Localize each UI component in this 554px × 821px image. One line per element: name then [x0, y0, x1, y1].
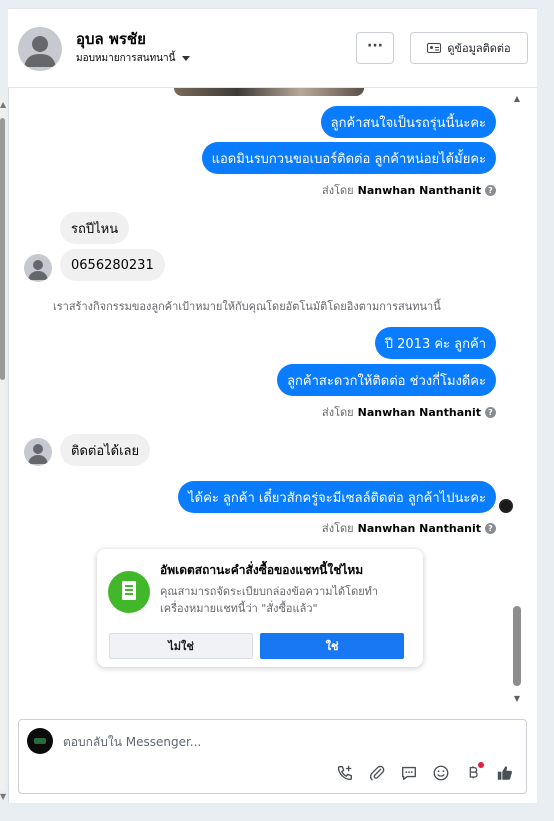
outgoing-message[interactable]: ได้ค่ะ ลูกค้า เดี๋ยวสักครู่จะมีเซลล์ติดต… [178, 481, 496, 513]
order-document-icon [108, 571, 150, 613]
outgoing-message[interactable]: ปี 2013 ค่ะ ลูกค้า [374, 327, 496, 359]
payment-icon[interactable] [462, 762, 484, 784]
emoji-icon[interactable] [430, 762, 452, 784]
conversation-header: อุบล พรชัย มอบหมายการสนทนานี้ ··· ดูข้อม… [8, 8, 537, 88]
sent-by-label: ส่งโดย Nanwhan Nanthanit ? [322, 403, 496, 421]
order-card-description: คุณสามารถจัดระเบียบกล่องข้อความได้โดยทำเ… [160, 585, 379, 615]
help-icon[interactable]: ? [485, 406, 496, 418]
help-icon[interactable]: ? [485, 522, 496, 534]
page-avatar [27, 728, 53, 754]
attachment-icon[interactable] [366, 762, 388, 784]
sent-by-prefix: ส่งโดย [322, 406, 354, 419]
incoming-message[interactable]: 0656280231 [60, 249, 165, 281]
outgoing-message[interactable]: ลูกค้าสนใจเป็นรถรุ่นนี้นะคะ [320, 106, 496, 138]
person-icon [24, 36, 56, 67]
reply-input[interactable] [63, 733, 483, 751]
sent-by-label: ส่งโดย Nanwhan Nanthanit ? [322, 181, 496, 199]
like-icon[interactable] [494, 762, 516, 784]
yes-button[interactable]: ใช่ [260, 633, 404, 659]
sent-by-prefix: ส่งโดย [322, 522, 354, 535]
thread-scrollbar-thumb[interactable] [513, 606, 521, 686]
sender-name: Nanwhan Nanthanit [357, 521, 481, 535]
sender-name: Nanwhan Nanthanit [357, 183, 481, 197]
contact-card-icon [427, 43, 442, 53]
page-scrollbar-thumb[interactable] [0, 118, 5, 380]
person-icon [28, 444, 48, 464]
incoming-message[interactable]: ติดต่อได้เลย [60, 434, 151, 466]
order-status-card: อัพเดตสถานะคำสั่งซื้อของแชทนี้ใช่ไหม คุณ… [97, 549, 423, 667]
system-note: เราสร้างกิจกรรมของลูกค้าเป้าหมายให้กับคุ… [53, 300, 441, 313]
thread-scrollbar[interactable]: ▲ ▼ [512, 94, 522, 704]
incoming-message[interactable]: รถปีไหน [60, 212, 130, 244]
page-scroll-down-arrow[interactable]: ▼ [0, 793, 6, 801]
notification-dot [478, 762, 484, 768]
contact-avatar-small [24, 438, 52, 466]
thread-scroll-up-arrow[interactable]: ▲ [513, 94, 521, 103]
saved-replies-icon[interactable] [398, 762, 420, 784]
assign-conversation-dropdown[interactable]: มอบหมายการสนทนานี้ [76, 51, 191, 66]
sent-by-prefix: ส่งโดย [322, 184, 354, 197]
help-icon[interactable]: ? [485, 184, 496, 196]
sender-name: Nanwhan Nanthanit [357, 405, 481, 419]
contact-avatar-small [24, 254, 52, 282]
page-scrollbar[interactable] [0, 100, 5, 790]
outgoing-message[interactable]: ลูกค้าสะดวกให้ติดต่อ ช่วงกี่โมงดีคะ [277, 364, 496, 396]
outgoing-message[interactable]: แอดมินรบกวนขอเบอร์ติดต่อ ลูกค้าหน่อยได้ม… [201, 142, 496, 174]
person-icon [28, 260, 48, 280]
view-contact-button[interactable]: ดูข้อมูลติดต่อ [410, 32, 528, 64]
more-options-button[interactable]: ··· [356, 32, 394, 64]
page-scroll-up-arrow[interactable]: ▲ [0, 101, 6, 109]
view-contact-label: ดูข้อมูลติดต่อ [447, 42, 511, 55]
call-add-icon[interactable] [334, 762, 356, 784]
composer-toolbar [334, 762, 516, 784]
shared-photo[interactable] [174, 88, 364, 96]
thread-scroll-down-arrow[interactable]: ▼ [513, 694, 521, 703]
order-card-title: อัพเดตสถานะคำสั่งซื้อของแชทนี้ใช่ไหม [160, 563, 364, 577]
no-button[interactable]: ไม่ใช่ [109, 633, 253, 659]
caret-down-icon [182, 56, 191, 61]
reply-composer [18, 719, 527, 794]
seen-indicator-avatar [499, 499, 513, 513]
sent-by-label: ส่งโดย Nanwhan Nanthanit ? [322, 519, 496, 537]
contact-name: อุบล พรชัย [76, 30, 146, 48]
assign-label: มอบหมายการสนทนานี้ [76, 53, 176, 64]
contact-avatar[interactable] [18, 27, 62, 71]
